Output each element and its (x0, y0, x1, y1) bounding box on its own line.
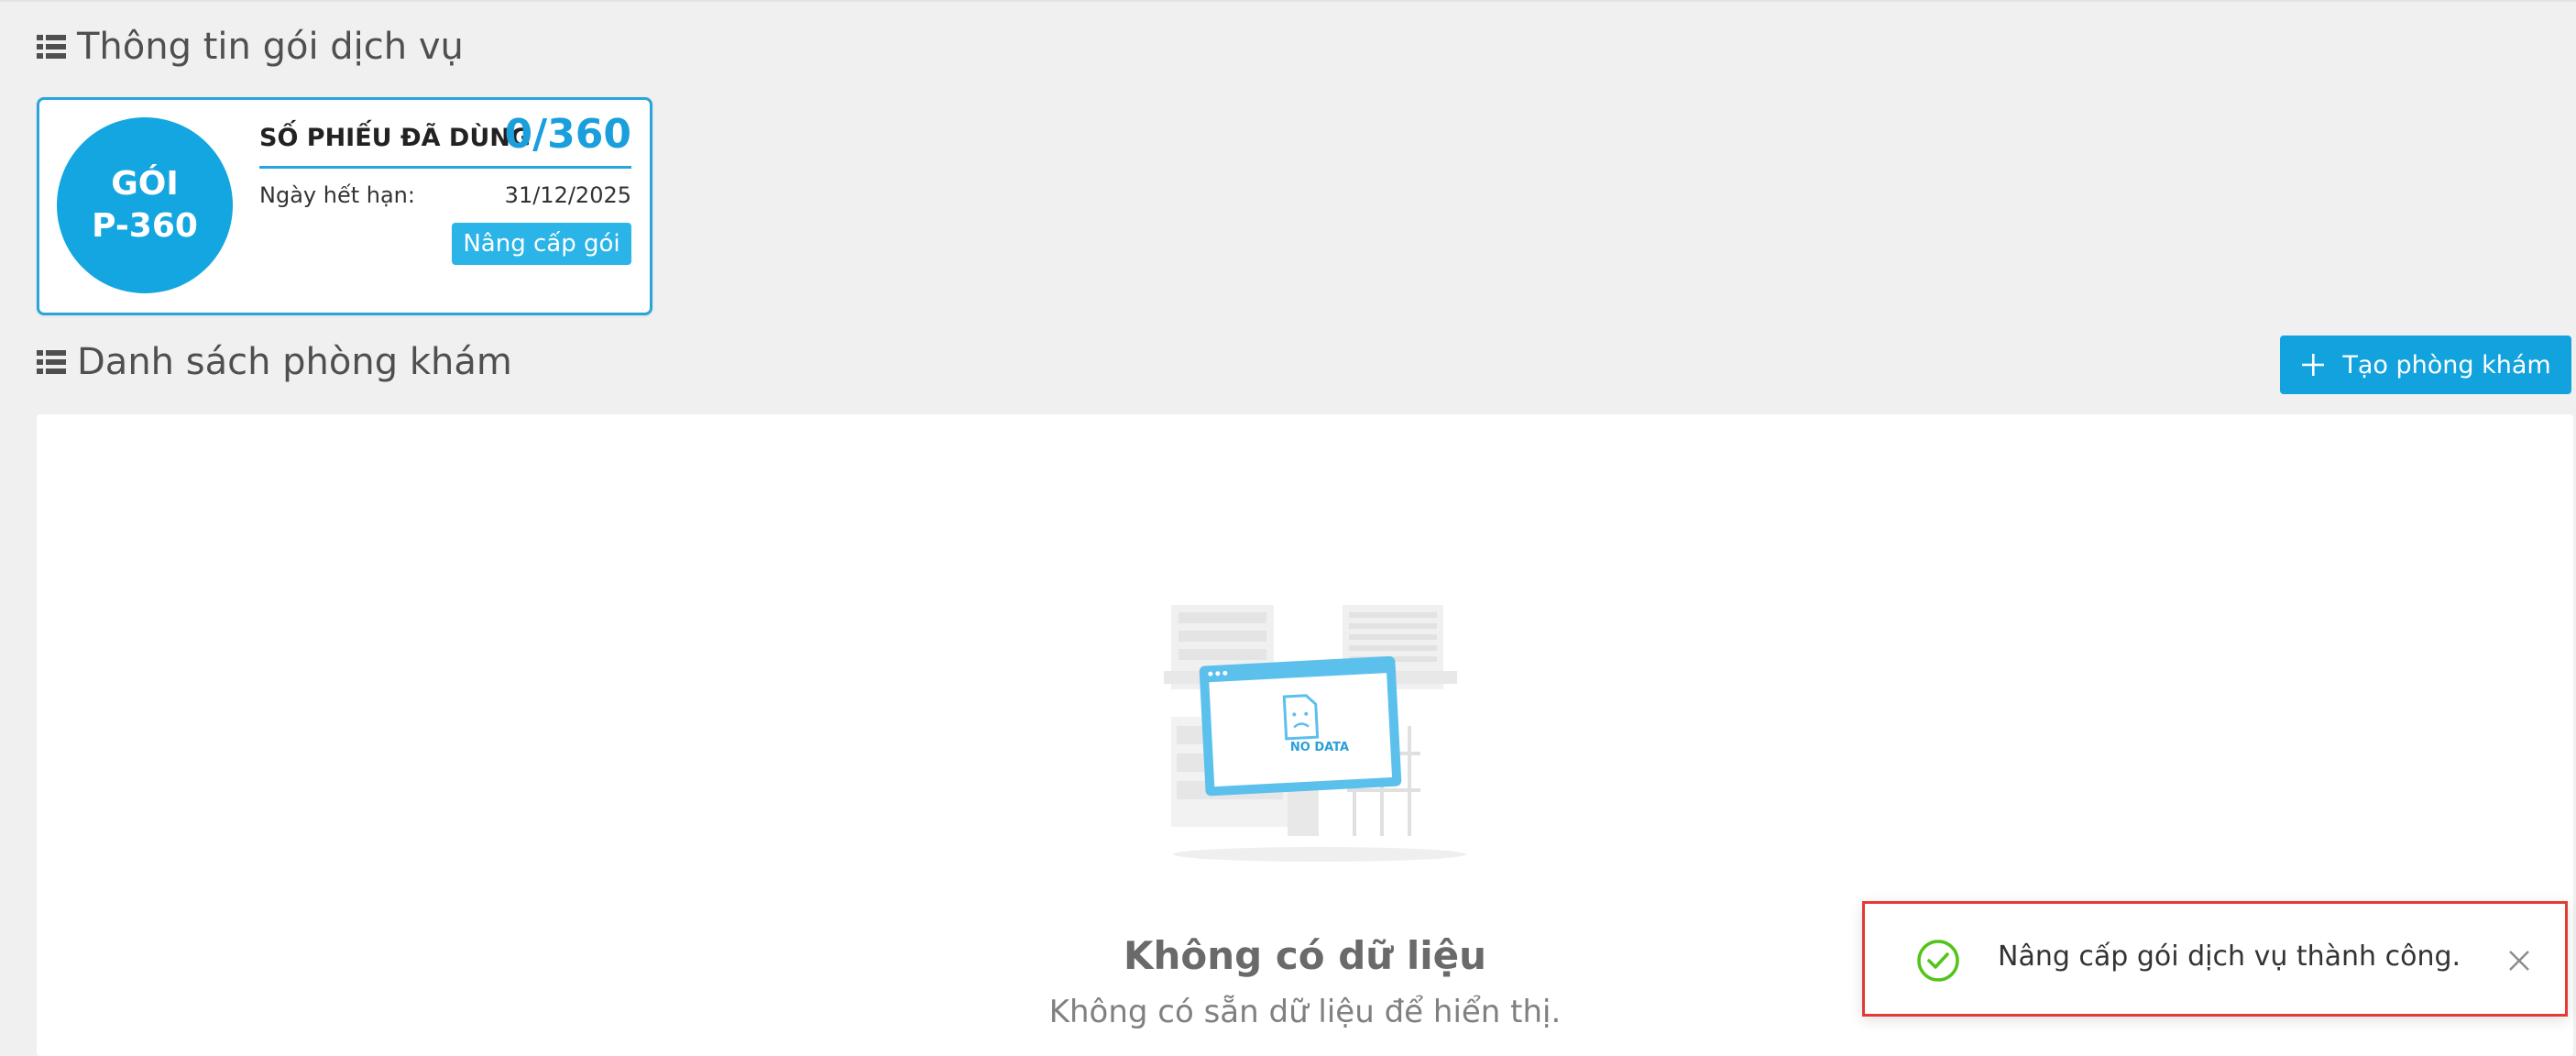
toast-message: Nâng cấp gói dịch vụ thành công. (1998, 940, 2461, 973)
plus-icon (2300, 352, 2326, 378)
upgrade-package-button[interactable]: Nâng cấp gói (452, 223, 631, 265)
list-icon (37, 347, 66, 377)
expiry-label: Ngày hết hạn: (259, 182, 415, 208)
top-border (0, 0, 2576, 2)
clinic-list-heading: Danh sách phòng khám (37, 341, 512, 383)
create-clinic-button[interactable]: Tạo phòng khám (2280, 336, 2571, 394)
no-data-illustration: NO DATA (1155, 579, 1485, 873)
used-tickets-label: SỐ PHIẾU ĐÃ DÙNG (259, 124, 532, 152)
no-data-caption: NO DATA (1289, 741, 1350, 754)
create-clinic-label: Tạo phòng khám (2342, 350, 2551, 380)
package-divider (259, 166, 631, 169)
package-card: GÓI P-360 SỐ PHIẾU ĐÃ DÙNG 0/360 Ngày hế… (37, 97, 652, 315)
clinic-list-title: Danh sách phòng khám (77, 341, 512, 383)
close-icon[interactable] (2507, 949, 2531, 973)
package-name-line2: P-360 (92, 207, 198, 245)
service-info-title: Thông tin gói dịch vụ (77, 26, 464, 68)
package-badge: GÓI P-360 (57, 117, 233, 293)
package-name-line1: GÓI (111, 165, 179, 203)
list-icon (37, 32, 66, 61)
success-toast: Nâng cấp gói dịch vụ thành công. (1862, 901, 2568, 1017)
service-info-heading: Thông tin gói dịch vụ (37, 26, 464, 68)
expiry-value: 31/12/2025 (504, 182, 631, 208)
check-circle-icon (1916, 939, 1960, 983)
used-tickets-value: 0/360 (504, 111, 631, 158)
